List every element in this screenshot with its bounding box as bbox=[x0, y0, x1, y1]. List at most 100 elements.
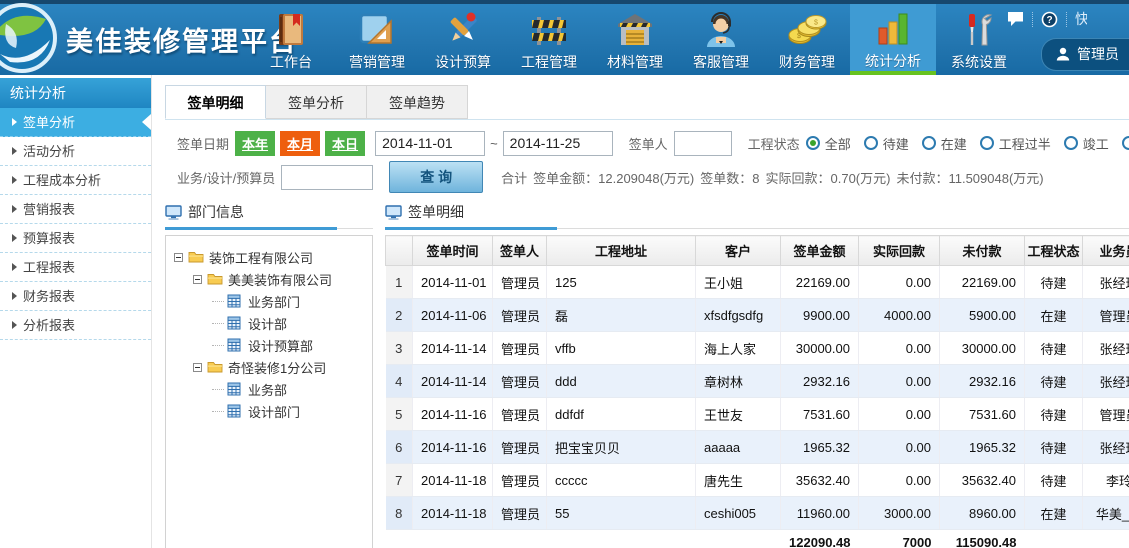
tree-node-department[interactable]: 设计预算部 bbox=[172, 334, 366, 356]
nav-item-finance-coins[interactable]: $$财务管理 bbox=[764, 4, 850, 75]
column-header-1[interactable] bbox=[386, 236, 413, 266]
status-option-label: 竣工 bbox=[1083, 134, 1109, 153]
sidebar-item-label: 工程报表 bbox=[23, 253, 75, 282]
sidebar-item-2[interactable]: 活动分析 bbox=[0, 137, 151, 166]
message-bubble-icon[interactable] bbox=[1007, 11, 1024, 28]
divider bbox=[1032, 12, 1033, 27]
cell: 2 bbox=[386, 299, 413, 332]
nav-item-stats-chart[interactable]: 统计分析 bbox=[850, 4, 936, 75]
column-header-10[interactable]: 业务员 bbox=[1083, 236, 1129, 266]
date-to-input[interactable] bbox=[503, 131, 613, 156]
tree-node-label: 奇怪装修1分公司 bbox=[228, 358, 326, 377]
nav-item-service-agent[interactable]: 客服管理 bbox=[678, 4, 764, 75]
caret-right-icon bbox=[12, 176, 17, 184]
cell: 海上人家 bbox=[696, 332, 781, 365]
collapse-toggle-icon[interactable] bbox=[193, 363, 202, 372]
cell: 管理员 bbox=[493, 365, 547, 398]
quick-range-button[interactable]: 本月 bbox=[280, 131, 320, 156]
nav-item-label: 材料管理 bbox=[607, 52, 663, 72]
cell: 2014-11-14 bbox=[413, 365, 493, 398]
status-option[interactable]: 竣工 bbox=[1064, 134, 1109, 153]
date-from-input[interactable] bbox=[375, 131, 485, 156]
cell: 2932.16 bbox=[781, 365, 859, 398]
cell: 3 bbox=[386, 332, 413, 365]
table-row[interactable]: 62014-11-16管理员把宝宝贝贝aaaaa1965.320.001965.… bbox=[386, 431, 1129, 464]
table-row[interactable]: 32014-11-14管理员vffb海上人家30000.000.0030000.… bbox=[386, 332, 1129, 365]
nav-item-label: 客服管理 bbox=[693, 52, 749, 72]
signer-input[interactable] bbox=[674, 131, 732, 156]
nav-item-marketing-ruler[interactable]: 营销管理 bbox=[334, 4, 420, 75]
table-row[interactable]: 42014-11-14管理员ddd章树林2932.160.002932.16待建… bbox=[386, 365, 1129, 398]
column-header-7[interactable]: 实际回款 bbox=[859, 236, 940, 266]
nav-item-label: 设计预算 bbox=[435, 52, 491, 72]
cell: 待建 bbox=[1025, 365, 1083, 398]
column-header-3[interactable]: 签单人 bbox=[493, 236, 547, 266]
status-option[interactable]: 质保到期 bbox=[1122, 134, 1129, 153]
cell: 管理员 bbox=[493, 431, 547, 464]
status-option[interactable]: 全部 bbox=[806, 134, 851, 153]
collapse-toggle-icon[interactable] bbox=[193, 275, 202, 284]
tree-node-company[interactable]: 奇怪装修1分公司 bbox=[172, 356, 366, 378]
cell: 35632.40 bbox=[940, 464, 1025, 497]
quick-range-button[interactable]: 本年 bbox=[235, 131, 275, 156]
sidebar-item-5[interactable]: 预算报表 bbox=[0, 224, 151, 253]
column-header-9[interactable]: 工程状态 bbox=[1025, 236, 1083, 266]
nav-item-workbench-book[interactable]: 工作台 bbox=[248, 4, 334, 75]
sidebar-item-8[interactable]: 分析报表 bbox=[0, 311, 151, 340]
tab-3[interactable]: 签单趋势 bbox=[367, 85, 468, 119]
table-row[interactable]: 52014-11-16管理员ddfdf王世友7531.600.007531.60… bbox=[386, 398, 1129, 431]
cell: 在建 bbox=[1025, 299, 1083, 332]
column-header-4[interactable]: 工程地址 bbox=[547, 236, 696, 266]
cell: 2014-11-18 bbox=[413, 464, 493, 497]
column-header-8[interactable]: 未付款 bbox=[940, 236, 1025, 266]
query-button[interactable]: 查 询 bbox=[389, 161, 483, 193]
nav-item-label: 财务管理 bbox=[779, 52, 835, 72]
cell: 22169.00 bbox=[781, 266, 859, 299]
radio-icon bbox=[806, 136, 820, 150]
tab-2[interactable]: 签单分析 bbox=[266, 85, 367, 119]
sidebar-item-label: 签单分析 bbox=[23, 108, 75, 137]
help-question-icon[interactable]: ? bbox=[1041, 11, 1058, 28]
cell: 1965.32 bbox=[940, 431, 1025, 464]
user-button[interactable]: 管理员 bbox=[1041, 38, 1129, 71]
cell: 待建 bbox=[1025, 332, 1083, 365]
status-option[interactable]: 待建 bbox=[864, 134, 909, 153]
sidebar-item-7[interactable]: 财务报表 bbox=[0, 282, 151, 311]
table-row[interactable]: 72014-11-18管理员ccccc唐先生35632.400.0035632.… bbox=[386, 464, 1129, 497]
detail-panel-header: 签单明细 bbox=[385, 202, 1129, 229]
collapse-toggle-icon[interactable] bbox=[174, 253, 183, 262]
sidebar-item-1[interactable]: 签单分析 bbox=[0, 108, 151, 137]
totals-row: 122090.487000115090.48 bbox=[386, 530, 1129, 548]
status-option[interactable]: 工程过半 bbox=[980, 134, 1051, 153]
nav-item-material-warehouse[interactable]: 材料管理 bbox=[592, 4, 678, 75]
nav-item-design-pencil[interactable]: 设计预算 bbox=[420, 4, 506, 75]
sidebar-item-6[interactable]: 工程报表 bbox=[0, 253, 151, 282]
tab-1[interactable]: 签单明细 bbox=[165, 85, 266, 119]
quick-range-button[interactable]: 本日 bbox=[325, 131, 365, 156]
staff-input[interactable] bbox=[281, 165, 373, 190]
status-option[interactable]: 在建 bbox=[922, 134, 967, 153]
nav-item-label: 统计分析 bbox=[865, 51, 921, 71]
table-row[interactable]: 12014-11-01管理员125王小姐22169.000.0022169.00… bbox=[386, 266, 1129, 299]
tree-node-department[interactable]: 业务部门 bbox=[172, 290, 366, 312]
tree-node-company[interactable]: 装饰工程有限公司 bbox=[172, 246, 366, 268]
cell: 0.00 bbox=[859, 398, 940, 431]
status-option-label: 待建 bbox=[883, 134, 909, 153]
table-row[interactable]: 22014-11-06管理员磊xfsdfgsdfg9900.004000.005… bbox=[386, 299, 1129, 332]
column-header-6[interactable]: 签单金额 bbox=[781, 236, 859, 266]
cell: 4000.00 bbox=[859, 299, 940, 332]
tree-node-department[interactable]: 业务部 bbox=[172, 378, 366, 400]
sidebar-item-3[interactable]: 工程成本分析 bbox=[0, 166, 151, 195]
nav-item-project-barrier[interactable]: 工程管理 bbox=[506, 4, 592, 75]
column-header-2[interactable]: 签单时间 bbox=[413, 236, 493, 266]
cell: 1965.32 bbox=[781, 431, 859, 464]
column-header-5[interactable]: 客户 bbox=[696, 236, 781, 266]
tree-node-department[interactable]: 设计部门 bbox=[172, 400, 366, 422]
tree-node-label: 业务部 bbox=[248, 380, 287, 399]
tree-node-department[interactable]: 设计部 bbox=[172, 312, 366, 334]
table-row[interactable]: 82014-11-18管理员55ceshi00511960.003000.008… bbox=[386, 497, 1129, 530]
tree-node-company[interactable]: 美美装饰有限公司 bbox=[172, 268, 366, 290]
sidebar-item-label: 营销报表 bbox=[23, 195, 75, 224]
corner-partial-text: 快 bbox=[1075, 9, 1087, 29]
sidebar-item-4[interactable]: 营销报表 bbox=[0, 195, 151, 224]
